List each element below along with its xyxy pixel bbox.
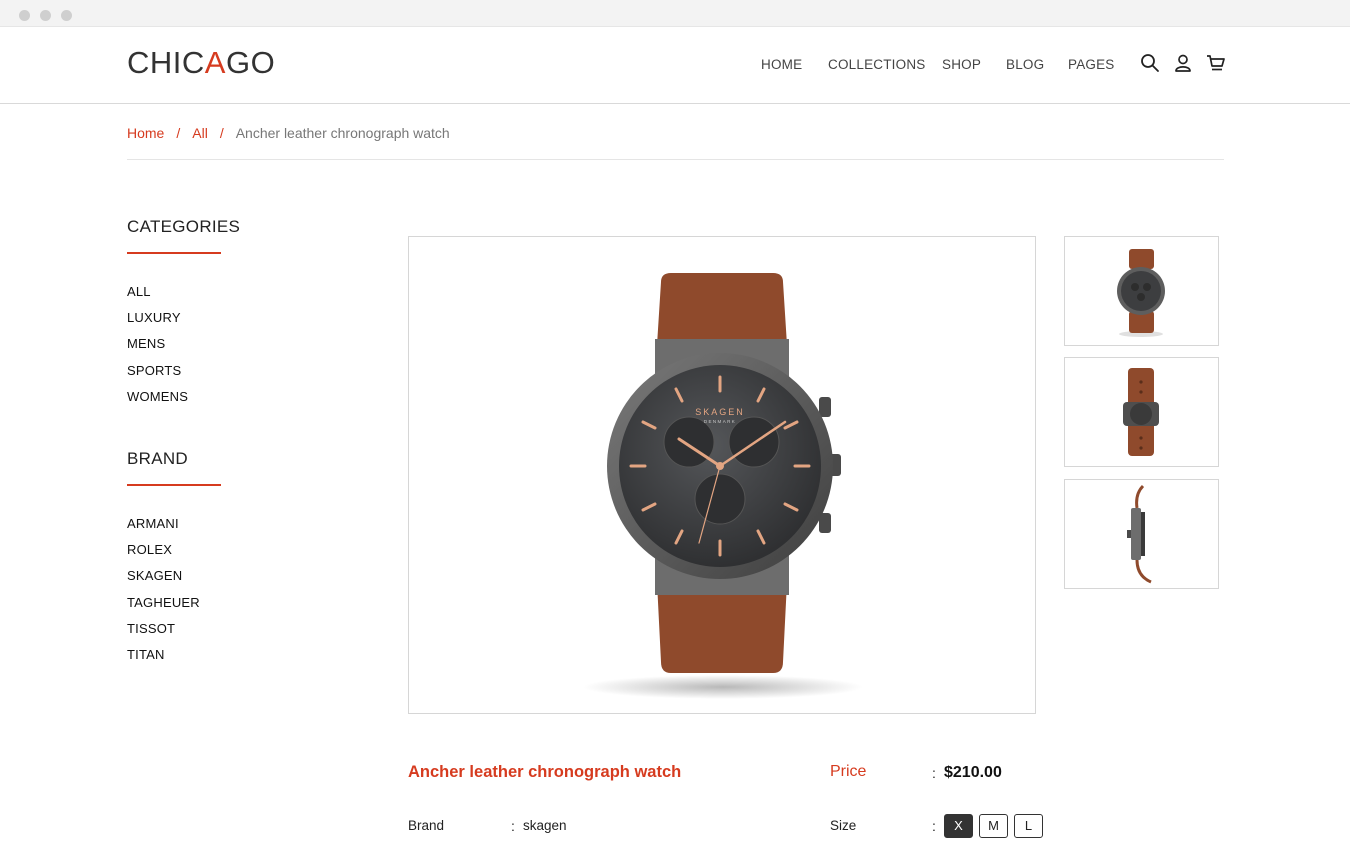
breadcrumb-divider: [127, 159, 1224, 160]
brand-item-titan[interactable]: TITAN: [127, 647, 200, 673]
categories-heading: CATEGORIES: [127, 217, 241, 236]
window-dot: [19, 10, 30, 21]
brand-item-rolex[interactable]: ROLEX: [127, 542, 200, 568]
categories-underline: [127, 252, 221, 254]
category-list: ALL LUXURY MENS SPORTS WOMENS: [127, 284, 188, 415]
price-label: Price: [830, 763, 867, 780]
size-colon: :: [932, 818, 936, 834]
logo-text-start: CHIC: [127, 45, 205, 80]
breadcrumb-separator: /: [219, 125, 224, 141]
category-item-mens[interactable]: MENS: [127, 336, 188, 362]
product-thumbnail-side[interactable]: [1064, 479, 1219, 589]
nav-shop[interactable]: SHOP: [942, 57, 981, 72]
window-dot: [40, 10, 51, 21]
breadcrumb-current: Ancher leather chronograph watch: [235, 125, 450, 141]
price-value: $210.00: [944, 764, 1002, 781]
price-colon: :: [932, 765, 936, 781]
brand-item-skagen[interactable]: SKAGEN: [127, 568, 200, 594]
product-title: Ancher leather chronograph watch: [408, 763, 682, 781]
breadcrumb-home[interactable]: Home: [127, 125, 164, 141]
bottom-strap: [657, 582, 787, 673]
category-item-sports[interactable]: SPORTS: [127, 363, 188, 389]
nav-home[interactable]: HOME: [761, 57, 802, 72]
nav-blog[interactable]: BLOG: [1006, 57, 1044, 72]
product-thumbnail-back[interactable]: [1064, 357, 1219, 467]
nav-pages[interactable]: PAGES: [1068, 57, 1115, 72]
logo-text-accent: A: [204, 45, 226, 80]
category-item-all[interactable]: ALL: [127, 284, 188, 310]
search-icon[interactable]: [1140, 53, 1160, 73]
dial-brand-text: SKAGEN: [695, 407, 745, 417]
window-dot: [61, 10, 72, 21]
brand-value: skagen: [523, 818, 567, 833]
user-icon[interactable]: [1173, 53, 1193, 73]
breadcrumb-all[interactable]: All: [192, 125, 208, 141]
category-item-luxury[interactable]: LUXURY: [127, 310, 188, 336]
dial-sub-text: DENMARK: [704, 419, 736, 424]
watch-thumb-front-image: [1117, 249, 1165, 337]
brand-list: ARMANI ROLEX SKAGEN TAGHEUER TISSOT TITA…: [127, 516, 200, 673]
breadcrumb: Home / All / Ancher leather chronograph watc…: [127, 125, 450, 141]
brand-underline: [127, 484, 221, 486]
size-option-m[interactable]: M: [979, 814, 1008, 838]
size-option-l[interactable]: L: [1014, 814, 1043, 838]
brand-item-tagheuer[interactable]: TAGHEUER: [127, 595, 200, 621]
site-header: CHICAGO HOME COLLECTIONS SHOP BLOG PAGES: [0, 27, 1350, 104]
top-strap: [657, 273, 787, 345]
browser-chrome: [0, 0, 1350, 27]
product-thumbnail-front[interactable]: [1064, 236, 1219, 346]
watch-thumb-back-image: [1123, 368, 1159, 456]
watch-image: SKAGEN DENMARK: [583, 273, 863, 699]
size-label: Size: [830, 818, 857, 833]
brand-item-tissot[interactable]: TISSOT: [127, 621, 200, 647]
brand-heading: BRAND: [127, 449, 189, 468]
cart-icon[interactable]: [1206, 53, 1226, 73]
breadcrumb-separator: /: [176, 125, 181, 141]
watch-thumb-side-image: [1127, 484, 1152, 584]
brand-label: Brand: [408, 818, 445, 833]
size-option-x[interactable]: X: [944, 814, 973, 838]
brand-item-armani[interactable]: ARMANI: [127, 516, 200, 542]
site-logo[interactable]: CHICAGO: [127, 45, 275, 81]
logo-text-end: GO: [225, 45, 276, 80]
nav-collections[interactable]: COLLECTIONS: [828, 57, 925, 72]
product-main-image[interactable]: SKAGEN DENMARK: [408, 236, 1036, 714]
category-item-womens[interactable]: WOMENS: [127, 389, 188, 415]
brand-colon: :: [511, 818, 515, 834]
